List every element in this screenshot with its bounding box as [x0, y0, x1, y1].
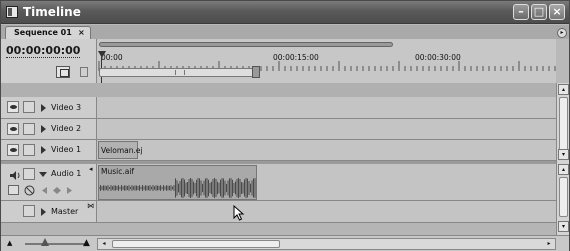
track-label: Video 3	[51, 103, 82, 112]
track-audio-1[interactable]: Music.aif	[97, 164, 556, 201]
minimize-button[interactable]: –	[513, 4, 529, 20]
track-mark-icon: ◂	[89, 165, 93, 173]
title-bar[interactable]: Timeline – □ ×	[1, 1, 569, 24]
track-video-3[interactable]	[97, 97, 556, 119]
playhead-marker-icon[interactable]	[98, 51, 106, 58]
clip-label: Veloman.ej	[101, 146, 143, 155]
audio-scroll-down-button[interactable]: ▾	[558, 221, 569, 232]
lock-toggle[interactable]	[23, 123, 35, 135]
scroll-up-button[interactable]: ▴	[558, 84, 569, 95]
keyframe-navigator-icon[interactable]	[41, 186, 73, 195]
video-clip[interactable]: Veloman.ej	[98, 141, 143, 159]
mouse-pointer-icon	[233, 205, 245, 221]
timecode-panel: 00:00:00:00	[1, 39, 97, 83]
eye-icon[interactable]	[7, 144, 19, 156]
horizontal-scroll-thumb[interactable]	[112, 240, 280, 248]
audio-clip[interactable]: Music.aif	[98, 165, 257, 200]
snap-toggle-icon[interactable]	[56, 66, 70, 78]
current-timecode[interactable]: 00:00:00:00	[6, 44, 81, 58]
clip-label: Music.aif	[101, 167, 135, 176]
audio-waveform	[99, 178, 256, 198]
track-header-master[interactable]: Master ⋈	[1, 201, 97, 223]
tab-sequence-01[interactable]: Sequence 01 ×	[5, 26, 91, 39]
track-header-video-1[interactable]: Video 1	[1, 140, 97, 161]
vertical-scrollbar[interactable]: ▴ ▾ ▴ ▾	[556, 83, 569, 235]
work-area-grip[interactable]	[175, 70, 185, 75]
zoom-slider[interactable]	[25, 243, 85, 245]
panel-menu-button[interactable]: ▸	[557, 28, 567, 38]
maximize-button[interactable]: □	[531, 4, 547, 20]
tab-bar: Sequence 01 × ▸	[1, 25, 569, 39]
expand-triangle-icon[interactable]	[41, 104, 46, 112]
track-video-1[interactable]: Veloman.ej	[97, 140, 556, 161]
lock-toggle[interactable]	[23, 168, 35, 180]
track-label: Master	[51, 207, 79, 216]
zoom-in-icon[interactable]: ▲	[83, 238, 90, 248]
track-header-video-2[interactable]: Video 2	[1, 119, 97, 140]
window-title: Timeline	[23, 5, 81, 19]
lock-toggle[interactable]	[23, 205, 35, 217]
track-master[interactable]	[97, 201, 556, 223]
time-ruler[interactable]: 00:00 00:00:15:00 00:00:30:00	[97, 39, 556, 83]
work-area-bar[interactable]	[99, 68, 258, 77]
ruler-separator	[1, 83, 556, 97]
set-marker-icon[interactable]	[80, 67, 88, 77]
video-scroll-thumb[interactable]	[559, 97, 568, 157]
expand-triangle-icon[interactable]	[41, 208, 46, 216]
no-keyframe-icon[interactable]	[24, 185, 35, 196]
eye-icon[interactable]	[7, 101, 19, 113]
empty-track-area	[1, 223, 556, 235]
tab-close-icon[interactable]: ×	[78, 28, 85, 37]
track-header-video-3[interactable]: Video 3	[1, 97, 97, 119]
track-label: Audio 1	[51, 169, 82, 178]
audio-scroll-up-button[interactable]: ▴	[558, 164, 569, 175]
lock-toggle[interactable]	[23, 101, 35, 113]
waveform-display-icon[interactable]	[8, 185, 19, 195]
work-area-end-handle[interactable]	[252, 66, 260, 78]
viewing-area-bar[interactable]	[99, 42, 393, 47]
lock-toggle[interactable]	[23, 144, 35, 156]
horizontal-scrollbar[interactable]: ◂ ▸	[97, 238, 556, 250]
audio-scroll-thumb[interactable]	[559, 177, 568, 217]
tab-label: Sequence 01	[14, 28, 72, 37]
timeline-window-icon	[6, 6, 18, 18]
track-header-audio-1[interactable]: Audio 1 ◂	[1, 164, 97, 201]
zoom-slider-thumb[interactable]	[41, 238, 49, 246]
track-label: Video 2	[51, 124, 82, 133]
eye-icon[interactable]	[7, 123, 19, 135]
timeline-window: Timeline – □ × Sequence 01 × ▸ 00:00:00:…	[0, 0, 570, 251]
zoom-out-icon[interactable]: ▲	[7, 239, 12, 247]
close-button[interactable]: ×	[549, 4, 565, 20]
expand-triangle-icon[interactable]	[41, 125, 46, 133]
scroll-down-button[interactable]: ▾	[558, 149, 569, 160]
speaker-icon[interactable]	[9, 170, 21, 181]
collapse-triangle-icon[interactable]	[39, 172, 47, 177]
track-video-2[interactable]	[97, 119, 556, 140]
master-mark-icon: ⋈	[87, 202, 94, 210]
expand-triangle-icon[interactable]	[41, 146, 46, 154]
scroll-left-button[interactable]: ◂	[99, 239, 109, 249]
scroll-right-button[interactable]: ▸	[544, 239, 554, 249]
track-label: Video 1	[51, 145, 82, 154]
bottom-bar: ▲ ▲ ◂ ▸	[1, 235, 569, 251]
